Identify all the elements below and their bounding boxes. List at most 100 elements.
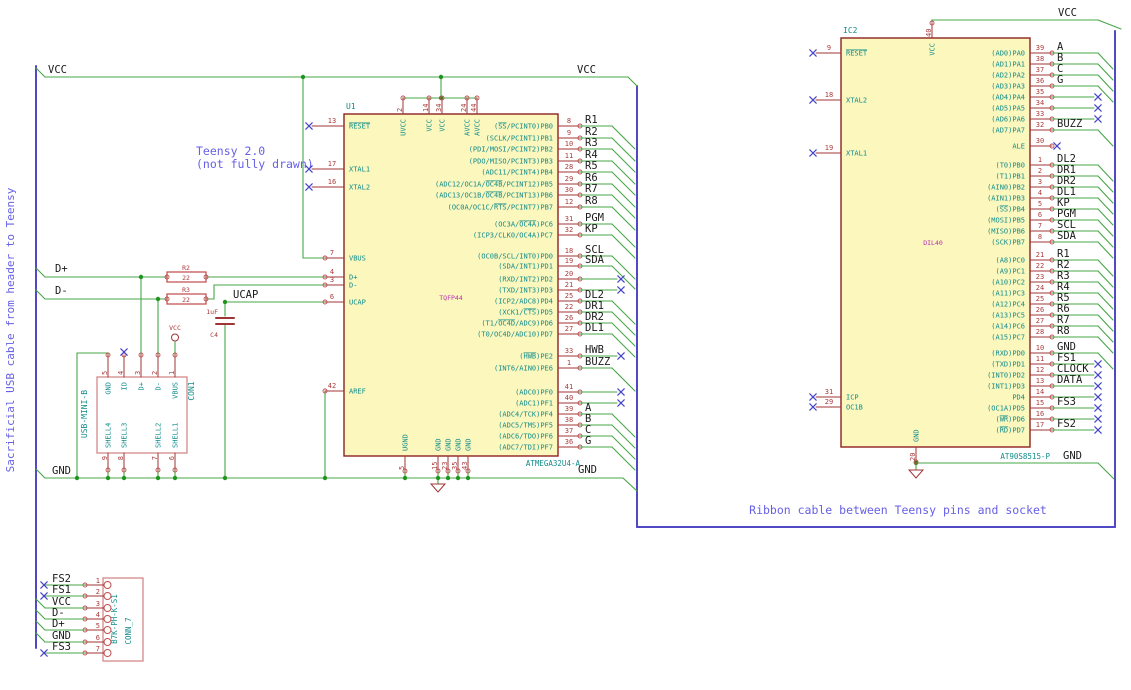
vcc-symbol-icon xyxy=(171,333,179,342)
u1-pin-25-name: (ICP2/ADC8)PD4 xyxy=(494,298,553,306)
net-label-dplus: D+ xyxy=(55,263,68,275)
u1-pin-41-name: (ADC0)PF0 xyxy=(515,389,553,397)
u1-pin-26-name: (T1/OC4D/ADC9)PD6 xyxy=(481,320,553,328)
conn7-pin-circle xyxy=(103,649,112,657)
net-label-r8: R8 xyxy=(585,195,598,207)
junction-dot xyxy=(438,74,444,80)
net-label-r8: R8 xyxy=(1057,325,1070,337)
ic2-pin-40-num: 40 xyxy=(925,29,933,37)
conn7-pin-2-num: 2 xyxy=(96,588,100,596)
ic2-pin-25-num: 25 xyxy=(1036,295,1044,303)
u1-pin-42-num: 42 xyxy=(328,382,336,390)
ic2-package: DIL40 xyxy=(923,239,943,247)
ic2-pin-5-name: (SS)PB4 xyxy=(995,206,1025,214)
junction-dot xyxy=(172,475,178,481)
con1-pin-6-name: SHELL1 xyxy=(172,423,180,448)
conn7-pin-circle xyxy=(103,615,112,623)
u1-pin-7-name: VBUS xyxy=(349,255,366,263)
wire xyxy=(611,194,636,219)
junction-dot xyxy=(300,74,306,80)
net-label-gnd-right: GND xyxy=(1063,450,1082,462)
u1-pin-19-num: 19 xyxy=(565,257,573,265)
ic2-pin-6-num: 6 xyxy=(1038,211,1042,219)
junction-dot xyxy=(138,274,144,280)
u1-pin-7-num: 7 xyxy=(330,249,334,257)
note-usb-cable: Sacrificial USB cable from header to Tee… xyxy=(4,187,17,472)
u1-pin-16-name: XTAL2 xyxy=(349,184,370,192)
ground-symbol-icon xyxy=(907,469,925,479)
net-label-buzz: BUZZ xyxy=(585,356,610,368)
u1-pin-44-name: AVCC xyxy=(474,119,482,136)
wire xyxy=(1097,462,1115,480)
u1-pin-6-name: UCAP xyxy=(349,299,366,307)
r2-ref: R2 xyxy=(182,264,190,272)
con1-pin-9-name: SHELL4 xyxy=(105,423,113,448)
ic2-pin-20-num: 20 xyxy=(909,453,917,461)
ic2-pin-35-name: (AD4)PA4 xyxy=(991,94,1025,102)
ic2-pin-1-name: (T0)PB0 xyxy=(995,162,1025,170)
ic2-pin-8-name: (SCK)PB7 xyxy=(991,239,1025,247)
con1-pin-1-name: VBUS xyxy=(172,382,180,399)
wire xyxy=(611,265,636,290)
wire xyxy=(611,223,636,248)
conn7-pin-7-num: 7 xyxy=(96,645,100,653)
ic2-pin-38-num: 38 xyxy=(1036,55,1044,63)
u1-pin-23-name: GND xyxy=(445,438,453,451)
u1-pin-24-name: AVCC xyxy=(464,119,472,136)
wire xyxy=(622,477,638,492)
u1-pin-31-num: 31 xyxy=(565,215,573,223)
net-label-buzz: BUZZ xyxy=(1057,118,1082,130)
u1-pin-39-name: (ADC4/TCK)PF4 xyxy=(498,411,553,419)
ic2-pin-33-num: 33 xyxy=(1036,110,1044,118)
ic2-pin-2-name: (T1)PB1 xyxy=(995,173,1025,181)
u1-pin-12-num: 12 xyxy=(565,198,573,206)
ic2-pin-7-name: (MISO)PB6 xyxy=(987,228,1025,236)
u1-pin-37-name: (ADC6/TDO)PF6 xyxy=(498,433,553,441)
con1-pin-4-name: ID xyxy=(121,382,129,390)
u1-pin-44-num: 44 xyxy=(470,104,478,112)
wire xyxy=(35,609,46,620)
junction-dot xyxy=(121,475,127,481)
ic2-pin-26-name: (A13)PC5 xyxy=(991,312,1025,320)
ic2-pin-36-num: 36 xyxy=(1036,77,1044,85)
con1-pin-5-name: GND xyxy=(105,382,113,395)
u1-pin-36-name: (ADC7/TDI)PF7 xyxy=(498,444,553,452)
u1-pin-20-num: 20 xyxy=(565,270,573,278)
con1-pin-2-name: D- xyxy=(155,382,163,390)
r3-value: 22 xyxy=(182,296,190,304)
net-label-data: DATA xyxy=(1057,374,1083,386)
ic2-pin-4-name: (AIN1)PB3 xyxy=(987,195,1025,203)
u1-pin-2-num: 2 xyxy=(396,108,404,112)
con1-value: USB-MINI-B xyxy=(80,390,89,438)
wire xyxy=(611,234,636,259)
net-label-vcc-mid: VCC xyxy=(577,64,596,76)
wire xyxy=(611,171,636,196)
wire xyxy=(611,435,636,460)
ic2-pin-32-name: (AD7)PA7 xyxy=(991,127,1025,135)
u1-pin-42-name: AREF xyxy=(349,388,366,396)
ic2-pin-25-name: (A12)PC4 xyxy=(991,301,1025,309)
ic2-pin-6-name: (MOSI)PB5 xyxy=(987,217,1025,225)
ic2-pin-32-num: 32 xyxy=(1036,121,1044,129)
net-label-hwb: HWB xyxy=(585,344,604,356)
junction-dot xyxy=(222,475,228,481)
u1-pin-19-name: (SDA/INT1)PD1 xyxy=(498,263,553,271)
u1-pin-4-name: D+ xyxy=(349,274,357,282)
u1-pin-10-num: 10 xyxy=(565,140,573,148)
wire xyxy=(611,446,636,471)
u1-pin-32-num: 32 xyxy=(565,226,573,234)
con1-pin-2-num: 2 xyxy=(151,371,159,375)
u1-pin-28-num: 28 xyxy=(565,163,573,171)
u1-pin-38-name: (ADC5/TMS)PF5 xyxy=(498,422,553,430)
u1-pin-21-name: (TXD/INT3)PD3 xyxy=(498,287,553,295)
ic2-pin-10-name: (RXD)PD0 xyxy=(991,350,1025,358)
net-label-dl1: DL1 xyxy=(585,322,604,334)
con1-pin-3-num: 3 xyxy=(134,371,142,375)
r3-ref: R3 xyxy=(182,286,190,294)
wire xyxy=(35,468,46,479)
u1-pin-17-name: XTAL1 xyxy=(349,166,370,174)
net-label-fs3: FS3 xyxy=(52,641,71,653)
wire xyxy=(35,267,46,278)
wire xyxy=(611,255,636,280)
ic2-pin-17-num: 17 xyxy=(1036,421,1044,429)
